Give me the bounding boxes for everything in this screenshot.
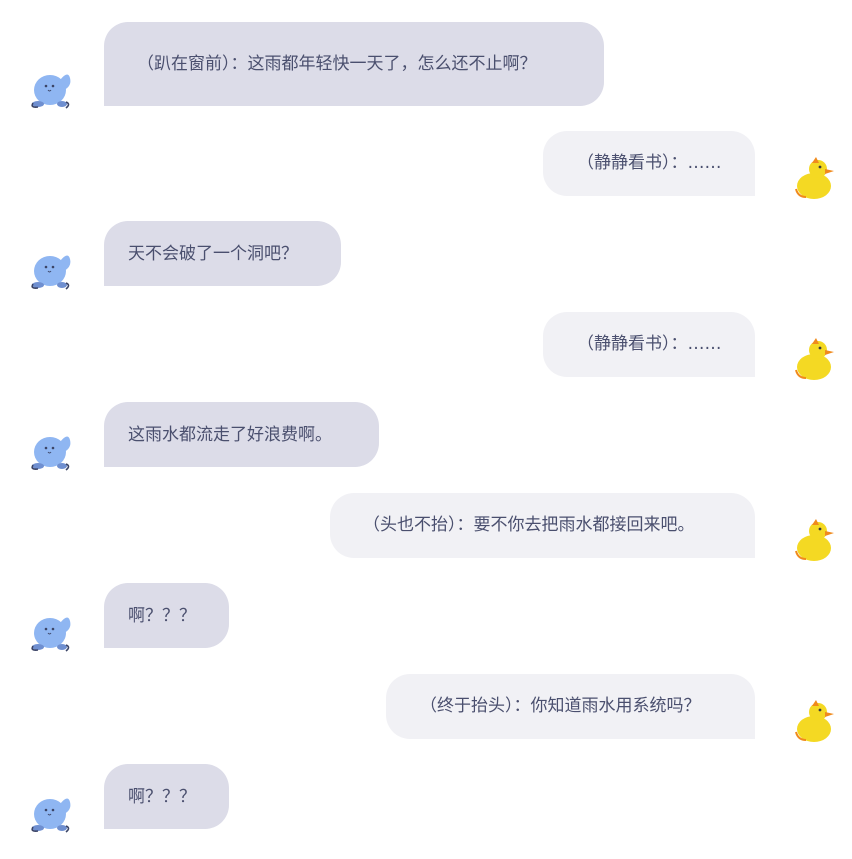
message-bubble-left: （趴在窗前）：这雨都年轻快一天了，怎么还不止啊？ — [104, 22, 604, 106]
message-row: （头也不抬）：要不你去把雨水都接回来吧。 — [0, 493, 852, 561]
blue-seal-avatar-icon — [30, 426, 74, 472]
blue-seal-avatar-icon — [30, 245, 74, 291]
chat-thread: （趴在窗前）：这雨都年轻快一天了，怎么还不止啊？ （静静看书）：…… 天不会破了… — [0, 0, 852, 859]
message-row: 这雨水都流走了好浪费啊。 — [0, 402, 852, 471]
message-bubble-left: 啊？？？ — [104, 764, 229, 829]
yellow-duck-avatar-icon — [792, 698, 836, 744]
yellow-duck-avatar-icon — [792, 155, 836, 201]
message-bubble-right: （头也不抬）：要不你去把雨水都接回来吧。 — [330, 493, 755, 558]
blue-seal-avatar-icon — [30, 64, 74, 110]
blue-seal-avatar-icon — [30, 607, 74, 653]
message-bubble-right: （静静看书）：…… — [543, 131, 755, 196]
message-bubble-left: 啊？？？ — [104, 583, 229, 648]
message-row: （静静看书）：…… — [0, 131, 852, 199]
message-row: （趴在窗前）：这雨都年轻快一天了，怎么还不止啊？ — [0, 22, 852, 109]
message-row: （静静看书）：…… — [0, 312, 852, 380]
message-bubble-right: （静静看书）：…… — [543, 312, 755, 377]
message-row: 啊？？？ — [0, 764, 852, 833]
message-bubble-left: 这雨水都流走了好浪费啊。 — [104, 402, 379, 467]
yellow-duck-avatar-icon — [792, 336, 836, 382]
message-row: （终于抬头）：你知道雨水用系统吗？ — [0, 674, 852, 742]
message-row: 天不会破了一个洞吧？ — [0, 221, 852, 290]
message-row: 啊？？？ — [0, 583, 852, 652]
message-bubble-right: （终于抬头）：你知道雨水用系统吗？ — [386, 674, 755, 739]
yellow-duck-avatar-icon — [792, 517, 836, 563]
message-bubble-left: 天不会破了一个洞吧？ — [104, 221, 341, 286]
blue-seal-avatar-icon — [30, 788, 74, 834]
